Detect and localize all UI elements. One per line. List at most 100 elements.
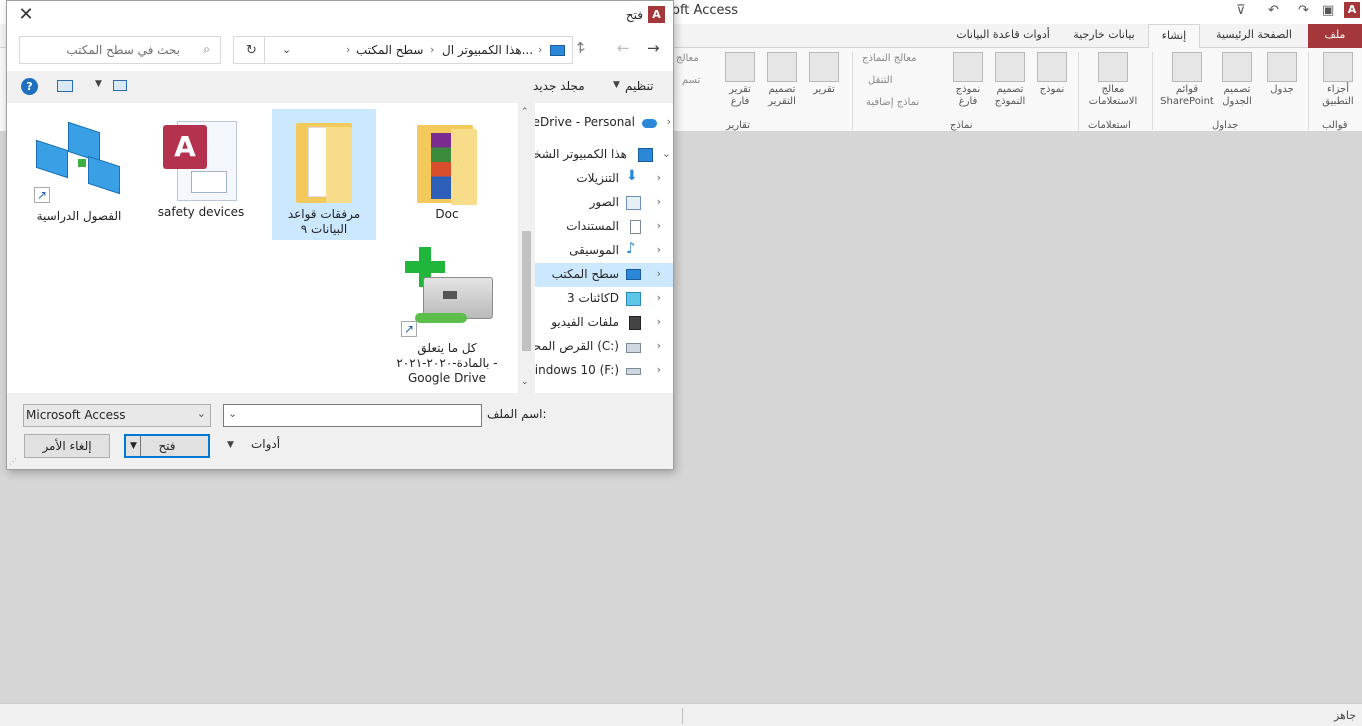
undo-icon[interactable]: ↶ — [1268, 3, 1279, 18]
new-folder-button[interactable]: مجلد جديد — [533, 79, 585, 93]
chevron-right-icon[interactable]: › — [667, 115, 671, 128]
open-button[interactable]: ▼ فتح — [124, 434, 210, 458]
nav-item-windows-10-f[interactable]: Windows 10 (F:) › — [535, 359, 673, 383]
breadcrumb-this-pc[interactable]: هذا الكمبيوتر ال... — [442, 43, 533, 57]
labels-button[interactable]: تسم — [682, 75, 700, 86]
content-scrollbar[interactable]: ⌃ ⌄ — [518, 103, 535, 393]
chevron-right-icon[interactable]: › — [657, 291, 661, 304]
breadcrumb-desktop[interactable]: سطح المكتب — [356, 43, 423, 57]
chevron-down-icon[interactable]: ▼ — [95, 79, 102, 89]
form-wizard-button[interactable]: معالج النماذج — [862, 53, 917, 64]
chevron-right-icon[interactable]: › — [657, 315, 661, 328]
sharepoint-lists-label: قوائم SharePoint — [1160, 84, 1214, 107]
tab-home[interactable]: الصفحة الرئيسية — [1204, 24, 1304, 48]
nav-item-local-disk-c[interactable]: القرص المحلي (C:) › — [535, 335, 673, 359]
chevron-right-icon[interactable]: › — [657, 267, 661, 280]
chevron-right-icon[interactable]: › — [657, 243, 661, 256]
table-button[interactable]: جدول — [1262, 52, 1302, 96]
chevron-right-icon[interactable]: › — [657, 339, 661, 352]
query-wizard-button[interactable]: معالج الاستعلامات — [1082, 52, 1144, 108]
preview-pane-icon[interactable] — [57, 80, 73, 92]
cancel-button[interactable]: إلغاء الأمر — [24, 434, 110, 458]
table-design-button[interactable]: تصميم الجدول — [1214, 52, 1260, 108]
nav-label: هذا الكمبيوتر الشخصي — [535, 147, 627, 161]
close-icon[interactable]: ✕ — [15, 4, 37, 26]
scroll-down-icon[interactable]: ⌄ — [521, 377, 529, 387]
chevron-down-icon: ⌄ — [196, 407, 206, 420]
nav-item-this-pc[interactable]: هذا الكمبيوتر الشخصي ⌄ — [535, 143, 673, 167]
redo-icon[interactable]: ↷ — [1298, 3, 1309, 18]
report-button[interactable]: تقرير — [806, 52, 842, 96]
file-item-safety-devices[interactable]: A safety devices — [149, 111, 253, 223]
file-label: كل ما يتعلق بالمادة-٢٠٢٠-٢٠٢١ - Google D… — [396, 341, 498, 385]
search-input[interactable]: بحث في سطح المكتب ⌕ — [19, 36, 221, 64]
divider — [264, 37, 265, 63]
chevron-right-icon[interactable]: › — [657, 363, 661, 376]
file-item-doc[interactable]: Doc — [395, 111, 499, 223]
refresh-icon[interactable]: ↻ — [246, 43, 257, 58]
file-item-attachments[interactable]: مرفقات قواعد البيانات ٩ — [272, 109, 376, 240]
report-icon — [809, 52, 839, 82]
status-text: جاهز — [1333, 709, 1356, 722]
status-divider — [682, 708, 683, 724]
tools-menu[interactable]: أدوات — [251, 437, 280, 451]
view-options-icon[interactable] — [113, 80, 127, 91]
form-button[interactable]: نموذج — [1034, 52, 1070, 96]
tab-create[interactable]: إنشاء — [1148, 24, 1200, 49]
chevron-down-icon[interactable]: ⌄ — [282, 43, 291, 56]
download-icon: ⬇ — [626, 168, 638, 184]
tab-database-tools[interactable]: أدوات قاعدة البيانات — [948, 24, 1058, 48]
table-icon — [1267, 52, 1297, 82]
filename-input[interactable]: ⌄ — [223, 404, 482, 427]
filetype-select[interactable]: Microsoft Access ⌄ — [23, 404, 211, 427]
app-parts-button[interactable]: أجزاء التطبيق — [1316, 52, 1360, 108]
chevron-right-icon[interactable]: › — [657, 171, 661, 184]
group-tables-label: جداول — [1212, 120, 1239, 131]
help-icon[interactable]: ? — [21, 78, 38, 95]
file-label: safety devices — [157, 205, 245, 219]
forward-arrow-icon[interactable]: ← — [617, 39, 630, 57]
qat-customize-icon[interactable]: ⊽ — [1236, 3, 1246, 18]
table-design-label: تصميم الجدول — [1222, 84, 1252, 107]
back-arrow-icon[interactable]: → — [647, 39, 660, 57]
blank-form-button[interactable]: نموذج فارغ — [950, 52, 986, 108]
scroll-up-icon[interactable]: ⌃ — [521, 107, 529, 117]
up-arrow-icon[interactable]: ↑ — [574, 39, 587, 57]
more-forms-button[interactable]: نماذج إضافية — [866, 97, 919, 108]
chevron-right-icon[interactable]: › — [657, 195, 661, 208]
resize-grip-icon[interactable]: ⋰ — [9, 457, 17, 466]
file-item-classes[interactable]: ↗ الفصول الدراسية — [27, 111, 131, 223]
form-design-button[interactable]: تصميم النموذج — [990, 52, 1030, 108]
nav-item-pictures[interactable]: الصور › — [535, 191, 673, 215]
blank-report-button[interactable]: تقرير فارغ — [722, 52, 758, 108]
monitor-icon — [550, 45, 565, 56]
chevron-down-icon[interactable]: ⌄ — [228, 407, 237, 420]
file-item-google-drive[interactable]: ↗ كل ما يتعلق بالمادة-٢٠٢٠-٢٠٢١ - Google… — [393, 243, 501, 387]
report-design-label: تصميم التقرير — [768, 84, 796, 107]
dialog-toolbar: ? ▼ مجلد جديد ▼ تنظيم — [7, 71, 673, 103]
open-dropdown-icon[interactable]: ▼ — [127, 436, 141, 456]
tools-dropdown-icon[interactable]: ▼ — [227, 440, 234, 450]
chevron-right-icon[interactable]: › — [657, 219, 661, 232]
nav-item-3d-objects[interactable]: كائنات 3D › — [535, 287, 673, 311]
sharepoint-lists-button[interactable]: قوائم SharePoint — [1156, 52, 1218, 108]
chevron-right-icon: › — [346, 43, 351, 56]
nav-item-documents[interactable]: المستندات › — [535, 215, 673, 239]
nav-item-music[interactable]: الموسيقى ♪ › — [535, 239, 673, 263]
report-design-button[interactable]: تصميم التقرير — [762, 52, 802, 108]
tab-file[interactable]: ملف — [1308, 24, 1362, 48]
nav-item-desktop[interactable]: سطح المكتب › — [535, 263, 673, 287]
save-icon[interactable]: ▣ — [1322, 3, 1334, 18]
scrollbar-thumb[interactable] — [522, 231, 531, 351]
nav-item-onedrive[interactable]: OneDrive - Personal › — [535, 111, 673, 135]
report-wizard-button[interactable]: معالج — [676, 53, 699, 64]
nav-item-videos[interactable]: ملفات الفيديو › — [535, 311, 673, 335]
chevron-down-icon[interactable]: ⌄ — [662, 147, 671, 160]
organize-button[interactable]: تنظيم — [625, 79, 653, 93]
tab-external-data[interactable]: بيانات خارجية — [1064, 24, 1144, 48]
navigation-button[interactable]: التنقل — [868, 75, 893, 86]
nav-item-downloads[interactable]: التنزيلات ⬇ › — [535, 167, 673, 191]
chevron-down-icon[interactable]: ▼ — [613, 80, 620, 90]
breadcrumb[interactable]: ↻ ⌄ › سطح المكتب › هذا الكمبيوتر ال... › — [233, 36, 573, 64]
status-bar: جاهز — [0, 703, 1362, 726]
